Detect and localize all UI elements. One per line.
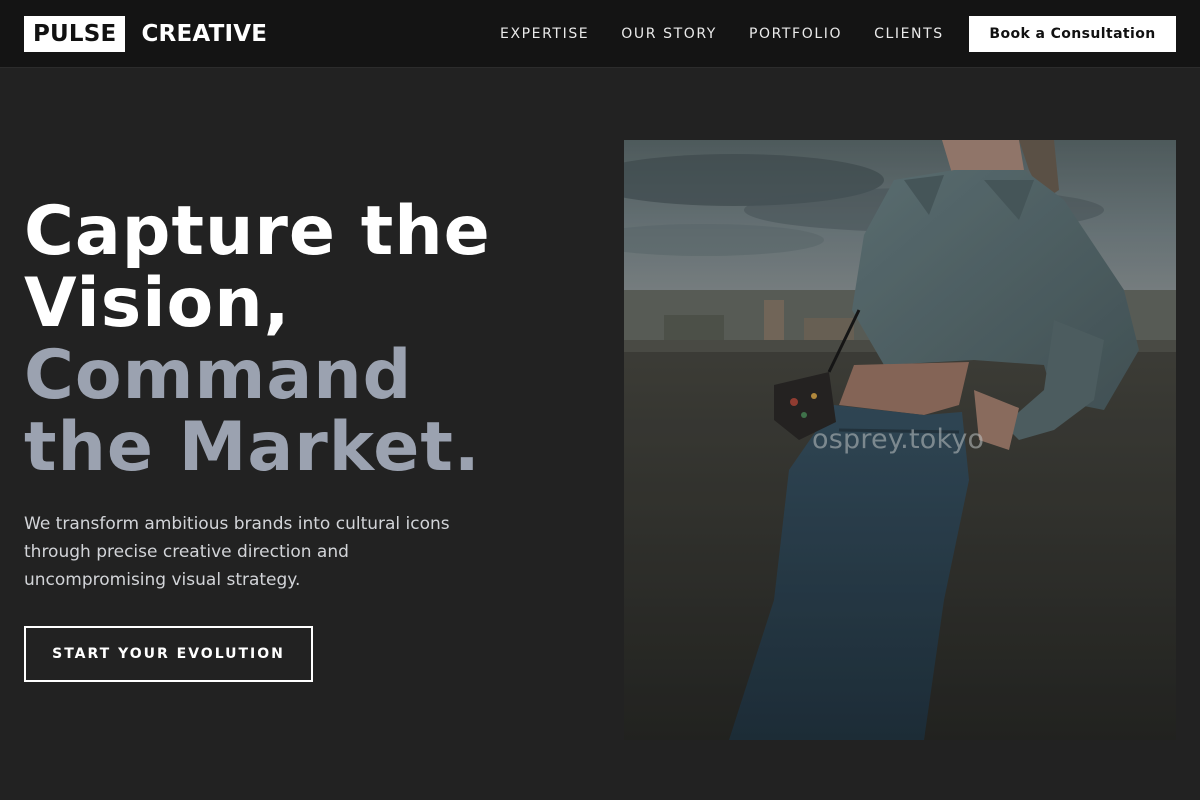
brand-logo-box: PULSE xyxy=(24,16,126,52)
nav-item-expertise[interactable]: EXPERTISE xyxy=(500,26,589,42)
nav-item-our-story[interactable]: OUR STORY xyxy=(621,26,717,42)
headline-line-2: Vision, xyxy=(24,264,291,343)
hero-image: osprey.tokyo xyxy=(624,140,1176,740)
headline-line-1: Capture the xyxy=(24,192,491,271)
image-watermark: osprey.tokyo xyxy=(812,424,985,455)
brand-logo[interactable]: PULSE CREATIVE xyxy=(24,16,267,52)
hero-subtext: We transform ambitious brands into cultu… xyxy=(24,514,450,590)
main-nav: EXPERTISE OUR STORY PORTFOLIO CLIENTS xyxy=(484,16,960,52)
book-consultation-button[interactable]: Book a Consultation xyxy=(969,16,1176,52)
nav-item-portfolio[interactable]: PORTFOLIO xyxy=(749,26,842,42)
headline-line-4: the Market. xyxy=(24,408,481,487)
hero-headline: Capture the Vision, Command the Market. xyxy=(24,196,584,484)
headline-line-3: Command xyxy=(24,336,413,415)
nav-item-clients[interactable]: CLIENTS xyxy=(874,26,944,42)
start-evolution-button[interactable]: START YOUR EVOLUTION xyxy=(24,626,313,682)
site-header: PULSE CREATIVE EXPERTISE OUR STORY PORTF… xyxy=(0,0,1200,68)
brand-logo-text: CREATIVE xyxy=(141,21,268,47)
